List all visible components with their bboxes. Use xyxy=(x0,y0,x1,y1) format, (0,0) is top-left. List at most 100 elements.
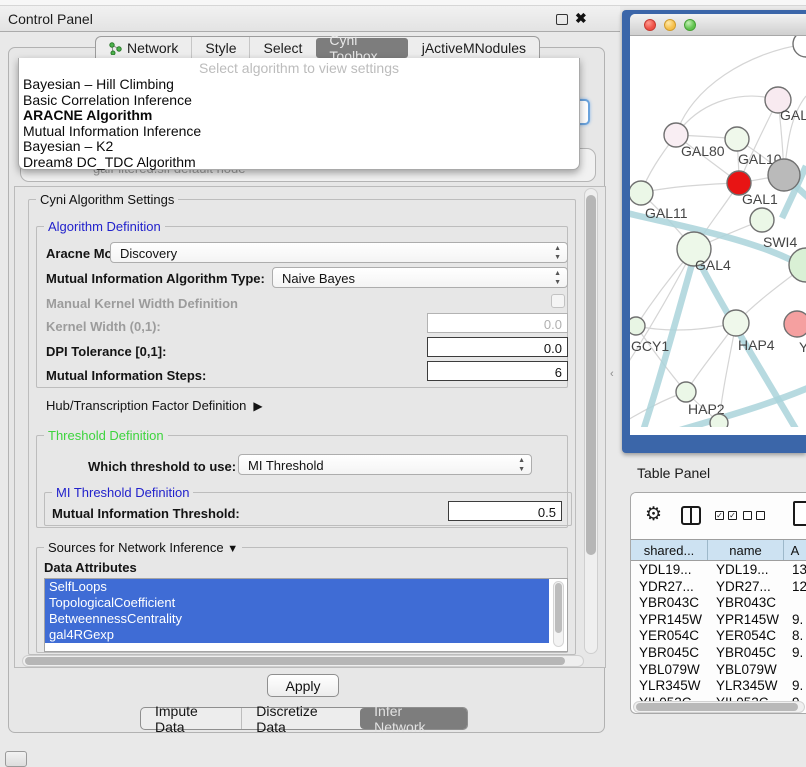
column-header-cut[interactable]: A xyxy=(784,540,806,560)
table-row[interactable]: YER054CYER054C8. xyxy=(631,628,806,645)
network-node-salmon-node[interactable] xyxy=(784,311,806,337)
mi-steps-field[interactable]: 6 xyxy=(427,361,568,381)
table-row[interactable]: YPR145WYPR145W9. xyxy=(631,612,806,629)
tab-style[interactable]: Style xyxy=(191,37,249,59)
network-node-hap4[interactable] xyxy=(723,310,749,336)
network-window-titlebar[interactable] xyxy=(630,14,806,36)
checked-box-icon[interactable]: ✓ xyxy=(728,511,737,520)
node-label-gal80: GAL80 xyxy=(681,143,725,159)
close-traffic-light[interactable] xyxy=(644,19,656,31)
collapsed-panel-button[interactable] xyxy=(5,751,27,767)
table-cell: 9. xyxy=(784,612,806,629)
tab-jactivemnodules[interactable]: jActiveMNodules xyxy=(409,37,539,59)
settings-vertical-scrollbar[interactable] xyxy=(584,188,598,654)
list-vertical-scrollbar[interactable] xyxy=(553,581,564,647)
attribute-item[interactable]: BetweennessCentrality xyxy=(45,611,549,627)
table-cell: YDR27... xyxy=(631,579,708,596)
network-node-hap2[interactable] xyxy=(676,382,696,402)
network-node-gray-node[interactable] xyxy=(768,159,800,191)
kernel-width-field[interactable]: 0.0 xyxy=(427,313,568,333)
network-window-frame: GALGAL80GAL10GAL1GAL11SWI4GAL4HAP4YGCY1H… xyxy=(622,10,806,453)
tab-impute-data[interactable]: Impute Data xyxy=(141,708,241,729)
column-header-name[interactable]: name xyxy=(708,540,784,560)
columns-icon[interactable] xyxy=(681,506,701,525)
minimize-traffic-light[interactable] xyxy=(664,19,676,31)
tab-infer-network[interactable]: Infer Network xyxy=(360,708,467,729)
panel-divider-collapse-arrow[interactable]: ‹ xyxy=(610,368,614,380)
data-attributes-list[interactable]: SelfLoopsTopologicalCoefficientBetweenne… xyxy=(44,578,568,652)
zoom-traffic-light[interactable] xyxy=(684,19,696,31)
tab-cyni-toolbox[interactable]: Cyni Toolbox xyxy=(316,38,407,58)
close-icon[interactable]: ✖ xyxy=(575,10,587,27)
threshold-definition-title: Threshold Definition xyxy=(44,428,168,443)
table-horizontal-scrollbar[interactable] xyxy=(633,701,805,713)
network-canvas[interactable]: GALGAL80GAL10GAL1GAL11SWI4GAL4HAP4YGCY1H… xyxy=(630,36,806,427)
algorithm-item[interactable]: ARACNE Algorithm xyxy=(19,108,579,124)
float-window-icon[interactable] xyxy=(556,14,568,25)
algorithm-item[interactable]: Bayesian – Hill Climbing xyxy=(19,77,579,93)
table-row[interactable]: YBL079WYBL079W xyxy=(631,662,806,679)
table-cell xyxy=(784,662,806,679)
algorithm-item[interactable]: Basic Correlation Inference xyxy=(19,93,579,109)
table-toolbar: ⚙ ✓ ✓ xyxy=(631,493,806,537)
dpi-tolerance-field[interactable]: 0.0 xyxy=(427,337,568,357)
network-node-swi4[interactable] xyxy=(750,208,774,232)
table-panel-title: Table Panel xyxy=(637,465,710,481)
network-node-gal10[interactable] xyxy=(725,127,749,151)
hub-definition-toggle[interactable]: Hub/Transcription Factor Definition ▶ xyxy=(46,398,263,413)
table-row[interactable]: YBR045CYBR045C9. xyxy=(631,645,806,662)
table-cell: 8. xyxy=(784,628,806,645)
tab-select[interactable]: Select xyxy=(249,37,315,59)
scrollbar-thumb[interactable] xyxy=(25,657,565,665)
algorithm-item[interactable]: Dream8 DC_TDC Algorithm xyxy=(19,155,579,171)
table-row[interactable]: YDL19...YDL19...13 xyxy=(631,562,806,579)
column-header-shared[interactable]: shared... xyxy=(631,540,708,560)
network-graph: GALGAL80GAL10GAL1GAL11SWI4GAL4HAP4YGCY1H… xyxy=(630,36,806,427)
network-edge[interactable] xyxy=(676,96,778,135)
scrollbar-thumb[interactable] xyxy=(586,195,596,555)
unchecked-box-icon[interactable] xyxy=(743,511,752,520)
table-cell: YDR27... xyxy=(708,579,784,596)
control-panel-tabbar: Network Style Select Cyni Toolbox jActiv… xyxy=(95,36,540,59)
table-cell: YBR045C xyxy=(631,645,708,662)
algorithm-item[interactable]: Mutual Information Inference xyxy=(19,124,579,140)
sources-title[interactable]: Sources for Network Inference ▼ xyxy=(44,540,242,555)
node-label-swi4: SWI4 xyxy=(763,234,797,250)
table-row[interactable]: YBR043CYBR043C xyxy=(631,595,806,612)
network-node-bottom-node[interactable] xyxy=(710,414,728,427)
mi-type-dropdown[interactable]: Naive Bayes ▲▼ xyxy=(272,267,568,288)
which-threshold-dropdown[interactable]: MI Threshold ▲▼ xyxy=(238,454,532,475)
scrollbar-thumb[interactable] xyxy=(555,583,562,633)
unchecked-box-icon[interactable] xyxy=(756,511,765,520)
page-icon[interactable] xyxy=(793,501,806,526)
network-node-gcy1[interactable] xyxy=(630,317,645,335)
aracne-mode-dropdown[interactable]: Discovery ▲▼ xyxy=(110,242,568,263)
gear-icon[interactable]: ⚙ xyxy=(645,505,662,524)
scrollbar-thumb[interactable] xyxy=(636,703,798,711)
attribute-item[interactable]: SelfLoops xyxy=(45,579,549,595)
network-node-gal11[interactable] xyxy=(630,181,653,205)
collapse-down-icon: ▼ xyxy=(227,543,238,555)
network-node-big-right[interactable] xyxy=(789,248,806,282)
checked-box-icon[interactable]: ✓ xyxy=(715,511,724,520)
settings-horizontal-scrollbar[interactable] xyxy=(22,655,584,667)
network-edge[interactable] xyxy=(641,183,739,193)
attribute-item[interactable]: gal4RGexp xyxy=(45,627,549,643)
node-label-gcy1: GCY1 xyxy=(631,338,669,354)
dpi-tolerance-label: DPI Tolerance [0,1]: xyxy=(46,344,166,359)
algorithm-item[interactable]: Bayesian – K2 xyxy=(19,139,579,155)
table-row[interactable]: YDR27...YDR27...12 xyxy=(631,579,806,596)
mi-threshold-field[interactable]: 0.5 xyxy=(448,501,562,521)
tab-discretize-data[interactable]: Discretize Data xyxy=(241,708,360,729)
tab-network[interactable]: Network xyxy=(96,37,191,59)
attribute-item[interactable]: TopologicalCoefficient xyxy=(45,595,549,611)
stepper-arrows-icon: ▲▼ xyxy=(554,269,561,287)
network-node-edge-node-top[interactable] xyxy=(793,36,806,57)
stepper-arrows-icon: ▲▼ xyxy=(518,456,525,474)
mi-threshold-definition-title: MI Threshold Definition xyxy=(52,485,193,500)
table-row[interactable]: YLR345WYLR345W9. xyxy=(631,678,806,695)
mi-steps-label: Mutual Information Steps: xyxy=(46,368,206,383)
manual-kernel-checkbox[interactable] xyxy=(551,294,565,308)
control-panel-title: Control Panel xyxy=(8,11,93,27)
apply-button[interactable]: Apply xyxy=(267,674,339,697)
